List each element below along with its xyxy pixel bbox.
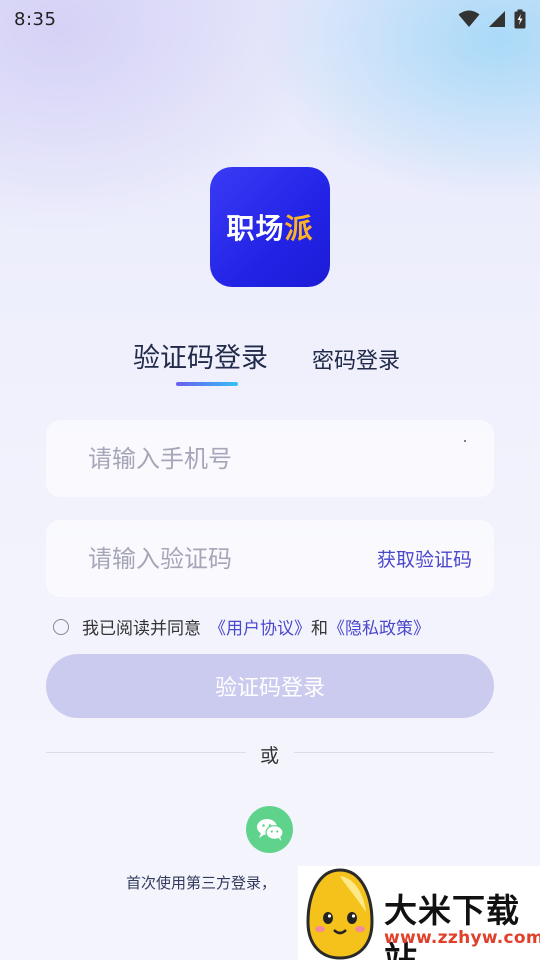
get-code-button[interactable]: 获取验证码 bbox=[377, 545, 472, 572]
code-input[interactable] bbox=[88, 544, 348, 573]
app-logo: 职场派 bbox=[210, 167, 330, 287]
code-field: 获取验证码 bbox=[46, 520, 494, 597]
signal-icon bbox=[489, 11, 505, 27]
decorative-dot bbox=[464, 440, 466, 442]
phone-input[interactable] bbox=[88, 444, 348, 473]
watermark-url: www.zzhyw.com bbox=[384, 928, 540, 948]
tab-code-login[interactable]: 验证码登录 bbox=[133, 336, 268, 375]
status-icons bbox=[458, 9, 526, 29]
wechat-login-button[interactable] bbox=[246, 806, 293, 853]
agreement-checkbox[interactable] bbox=[53, 618, 69, 635]
status-bar: 8:35 bbox=[0, 0, 540, 38]
tab-active-indicator bbox=[176, 382, 238, 386]
wifi-icon bbox=[458, 10, 480, 27]
login-button[interactable]: 验证码登录 bbox=[46, 654, 494, 718]
battery-icon bbox=[514, 9, 526, 29]
privacy-policy-link[interactable]: 《隐私政策》 bbox=[328, 614, 430, 639]
phone-field bbox=[46, 420, 494, 497]
watermark-title: 大米下载站 bbox=[384, 891, 520, 960]
wechat-icon bbox=[256, 818, 284, 841]
agreement-conjunction: 和 bbox=[311, 619, 328, 639]
divider-left bbox=[46, 752, 246, 753]
agreement-prefix: 我已阅读并同意 bbox=[82, 619, 201, 639]
tab-password-login[interactable]: 密码登录 bbox=[312, 343, 400, 375]
status-time: 8:35 bbox=[14, 8, 57, 30]
login-tabs: 验证码登录 密码登录 bbox=[0, 336, 540, 396]
user-agreement-link[interactable]: 《用户协议》 bbox=[209, 614, 311, 639]
agreement-row: 我已阅读并同意 《用户协议》 和 《隐私政策》 bbox=[53, 614, 430, 639]
third-party-note: 首次使用第三方登录， bbox=[126, 874, 277, 892]
site-watermark: 大米下载站 www.zzhyw.com bbox=[298, 866, 540, 960]
divider-right bbox=[294, 752, 494, 753]
mascot-icon bbox=[306, 868, 374, 960]
app-logo-text: 职场派 bbox=[226, 212, 314, 245]
divider-or-text: 或 bbox=[260, 745, 280, 767]
